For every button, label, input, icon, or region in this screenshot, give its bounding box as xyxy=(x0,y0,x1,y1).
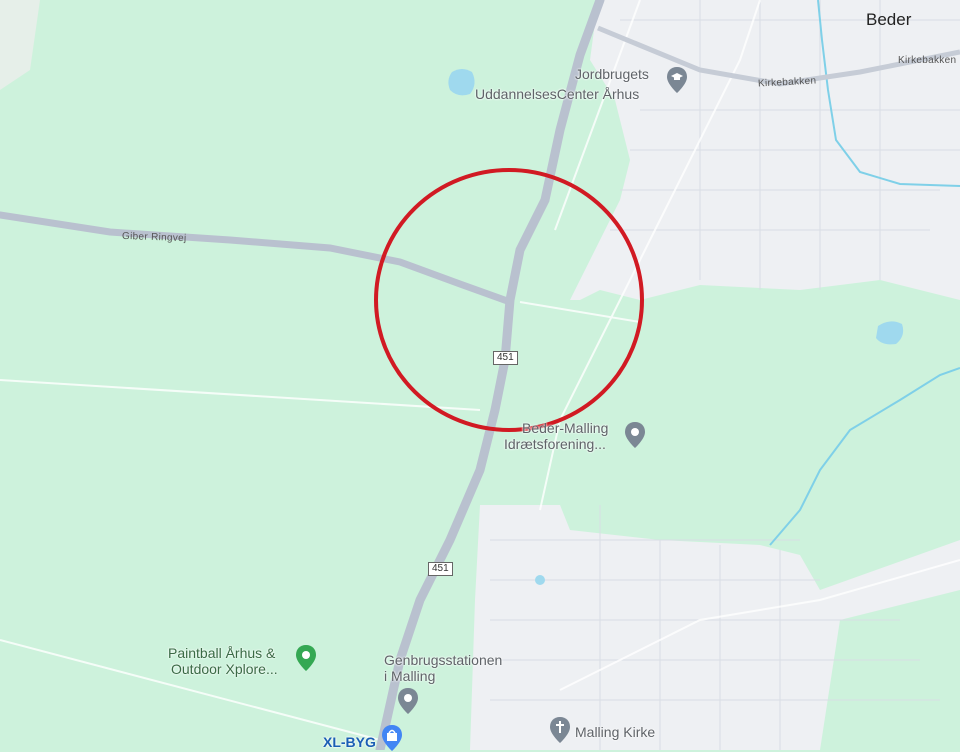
cross-pin-icon[interactable] xyxy=(549,716,571,744)
pond-east xyxy=(876,321,904,345)
route-shield-451-2: 451 xyxy=(428,562,453,576)
map-canvas[interactable] xyxy=(0,0,960,750)
park-pin-icon[interactable] xyxy=(295,644,317,672)
graduation-cap-icon[interactable] xyxy=(666,66,688,94)
pond-north xyxy=(448,69,475,96)
pond-small xyxy=(535,575,545,585)
place-pin-icon-recycling[interactable] xyxy=(397,687,419,715)
route-shield-451: 451 xyxy=(493,351,518,365)
place-pin-icon[interactable] xyxy=(624,421,646,449)
shopping-bag-icon[interactable] xyxy=(381,724,403,752)
